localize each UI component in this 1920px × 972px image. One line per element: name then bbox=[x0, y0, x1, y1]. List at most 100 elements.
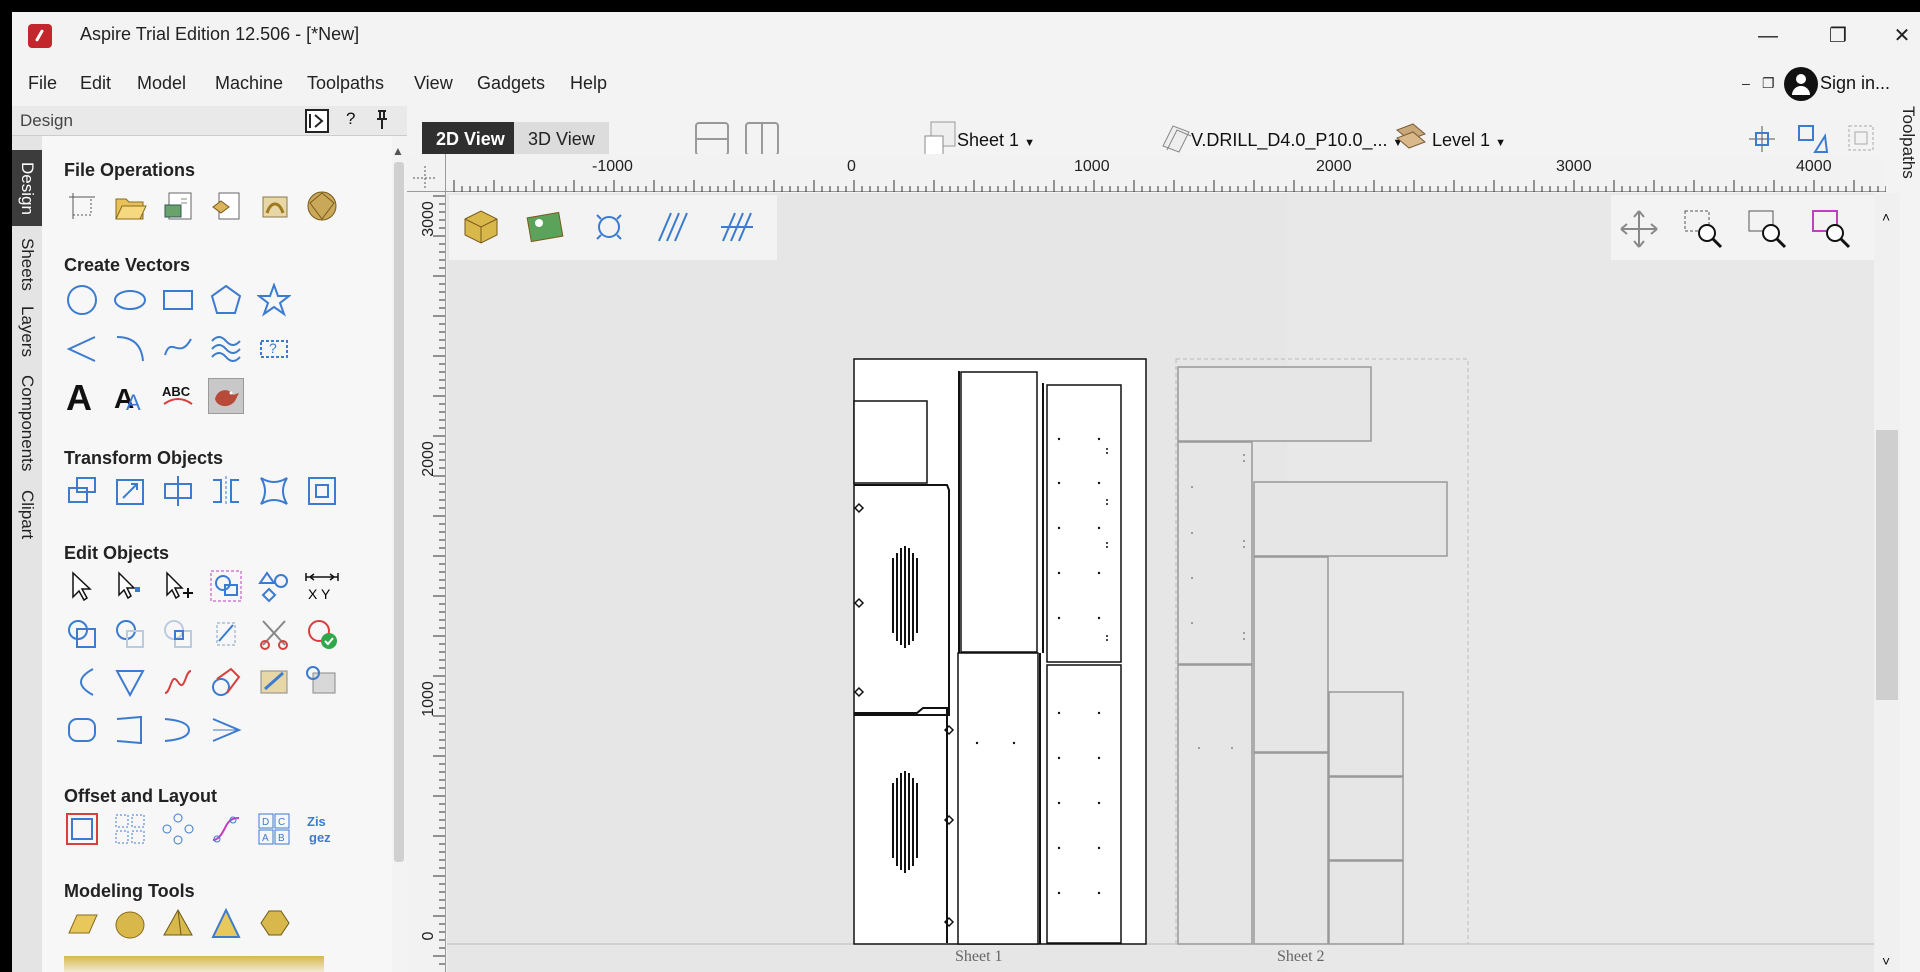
nesting-icon[interactable]: DCAB bbox=[256, 811, 292, 847]
smooth-icon[interactable] bbox=[160, 664, 196, 700]
import-bitmap-icon[interactable] bbox=[256, 188, 292, 224]
transform-mode-icon[interactable] bbox=[160, 568, 196, 604]
node-edit-icon[interactable] bbox=[112, 568, 148, 604]
offset-layout-icon[interactable] bbox=[64, 811, 100, 847]
panel-scroll-up-icon[interactable]: ▲ bbox=[392, 144, 404, 158]
job-setup-icon[interactable] bbox=[64, 188, 100, 224]
sign-in-link[interactable]: Sign in... bbox=[1820, 67, 1890, 99]
size-icon[interactable] bbox=[304, 473, 340, 509]
panel-collapse-icon[interactable] bbox=[305, 109, 329, 133]
minimize-button[interactable]: — bbox=[1744, 20, 1792, 52]
polygon-icon[interactable] bbox=[208, 282, 244, 318]
rounded-icon[interactable] bbox=[64, 712, 100, 748]
bitmap-edit-icon[interactable] bbox=[256, 664, 292, 700]
doc-restore-button[interactable]: ❐ bbox=[1762, 67, 1775, 99]
doc-minimize-button[interactable]: – bbox=[1742, 67, 1750, 99]
canvas-scrollbar-thumb[interactable] bbox=[1876, 430, 1898, 700]
circular-array-icon[interactable] bbox=[160, 811, 196, 847]
circle-icon[interactable] bbox=[64, 282, 100, 318]
chamfer-icon[interactable] bbox=[112, 664, 148, 700]
scroll-up-icon[interactable]: ˄ bbox=[1882, 209, 1890, 225]
text-icon[interactable]: A bbox=[64, 378, 100, 414]
shapes-icon[interactable] bbox=[256, 568, 292, 604]
import-components-icon[interactable] bbox=[208, 188, 244, 224]
ruler-label: 1000 bbox=[1074, 158, 1110, 175]
text-on-curve-icon[interactable]: ABC bbox=[160, 378, 196, 414]
menu-machine[interactable]: Machine bbox=[215, 67, 283, 99]
group-icon[interactable] bbox=[208, 568, 244, 604]
distort-icon[interactable] bbox=[256, 473, 292, 509]
scroll-down-icon[interactable]: ˅ bbox=[1882, 953, 1890, 969]
validate-icon[interactable] bbox=[304, 616, 340, 652]
tab-sheets[interactable]: Sheets bbox=[12, 232, 42, 296]
pin-icon[interactable] bbox=[374, 109, 390, 136]
pyramid-icon[interactable] bbox=[160, 906, 196, 942]
prism-icon[interactable] bbox=[256, 906, 292, 942]
split-vertical-icon[interactable] bbox=[745, 122, 779, 156]
array-copy-icon[interactable] bbox=[112, 811, 148, 847]
subtract-icon[interactable] bbox=[112, 616, 148, 652]
split-horizontal-icon[interactable] bbox=[695, 122, 729, 156]
tool-selector[interactable]: V.DRILL_D4.0_P10.0_... ▼ bbox=[1191, 130, 1403, 151]
auto-layout-text-icon[interactable]: AA bbox=[112, 378, 148, 414]
user-avatar-icon[interactable] bbox=[1784, 67, 1818, 101]
menu-view[interactable]: View bbox=[414, 67, 453, 99]
menu-edit[interactable]: Edit bbox=[80, 67, 111, 99]
rectangle-icon[interactable] bbox=[160, 282, 196, 318]
corner-icon[interactable] bbox=[112, 712, 148, 748]
tab-design[interactable]: Design bbox=[12, 150, 42, 226]
menu-file[interactable]: File bbox=[28, 67, 57, 99]
import-vectors-icon[interactable] bbox=[160, 188, 196, 224]
import-model-icon[interactable] bbox=[304, 188, 340, 224]
sheet-selector[interactable]: Sheet 1 ▼ bbox=[957, 130, 1035, 151]
curve-edit-icon[interactable] bbox=[160, 712, 196, 748]
menu-help[interactable]: Help bbox=[570, 67, 607, 99]
ellipse-icon[interactable] bbox=[112, 282, 148, 318]
restore-button[interactable]: ❐ bbox=[1814, 20, 1862, 52]
offset-icon[interactable] bbox=[208, 664, 244, 700]
dome-icon[interactable] bbox=[112, 906, 148, 942]
measure-icon[interactable]: X Y bbox=[304, 568, 340, 604]
panel-scrollbar[interactable] bbox=[394, 162, 404, 862]
sheet-label[interactable]: Sheet 1 bbox=[955, 948, 1003, 966]
arc-icon[interactable] bbox=[112, 330, 148, 366]
close-button[interactable]: ✕ bbox=[1884, 20, 1920, 52]
copy-along-icon[interactable] bbox=[208, 811, 244, 847]
curve-icon[interactable] bbox=[160, 330, 196, 366]
menu-toolpaths[interactable]: Toolpaths bbox=[307, 67, 384, 99]
dimension-icon[interactable]: ? bbox=[256, 330, 292, 366]
align-icon[interactable] bbox=[160, 473, 196, 509]
trim-icon[interactable] bbox=[208, 616, 244, 652]
drawing-canvas[interactable]: Sheet 1 Sheet 2 bbox=[447, 193, 1875, 972]
tab-3d-view[interactable]: 3D View bbox=[514, 122, 609, 156]
bitmap-settings-icon[interactable] bbox=[304, 664, 340, 700]
ruler-corner[interactable] bbox=[407, 154, 446, 192]
tab-layers[interactable]: Layers bbox=[12, 302, 42, 362]
sheet-label[interactable]: Sheet 2 bbox=[1277, 948, 1325, 966]
fillet-icon[interactable] bbox=[64, 664, 100, 700]
tab-components[interactable]: Components bbox=[12, 368, 42, 478]
vertex-icon[interactable] bbox=[208, 712, 244, 748]
move-icon[interactable] bbox=[64, 473, 100, 509]
wave-icon[interactable] bbox=[208, 330, 244, 366]
menu-model[interactable]: Model bbox=[137, 67, 186, 99]
intersect-icon[interactable] bbox=[160, 616, 196, 652]
open-file-icon[interactable] bbox=[112, 188, 148, 224]
tab-clipart[interactable]: Clipart bbox=[12, 484, 42, 546]
plane-icon[interactable] bbox=[64, 906, 100, 942]
scale-icon[interactable] bbox=[112, 473, 148, 509]
level-selector[interactable]: Level 1 ▼ bbox=[1432, 130, 1506, 151]
bitmap-trace-icon[interactable] bbox=[208, 378, 244, 414]
shape-icon[interactable] bbox=[208, 906, 244, 942]
star-icon[interactable] bbox=[256, 282, 292, 318]
polyline-icon[interactable] bbox=[64, 330, 100, 366]
select-icon[interactable] bbox=[64, 568, 100, 604]
tab-2d-view[interactable]: 2D View bbox=[422, 122, 519, 156]
help-button[interactable]: ? bbox=[346, 109, 355, 129]
nesting-alt-icon[interactable]: Zis gez bbox=[304, 811, 340, 847]
menu-gadgets[interactable]: Gadgets bbox=[477, 67, 545, 99]
ruler-label: 3000 bbox=[420, 201, 437, 237]
mirror-icon[interactable] bbox=[208, 473, 244, 509]
scissors-icon[interactable] bbox=[256, 616, 292, 652]
weld-icon[interactable] bbox=[64, 616, 100, 652]
